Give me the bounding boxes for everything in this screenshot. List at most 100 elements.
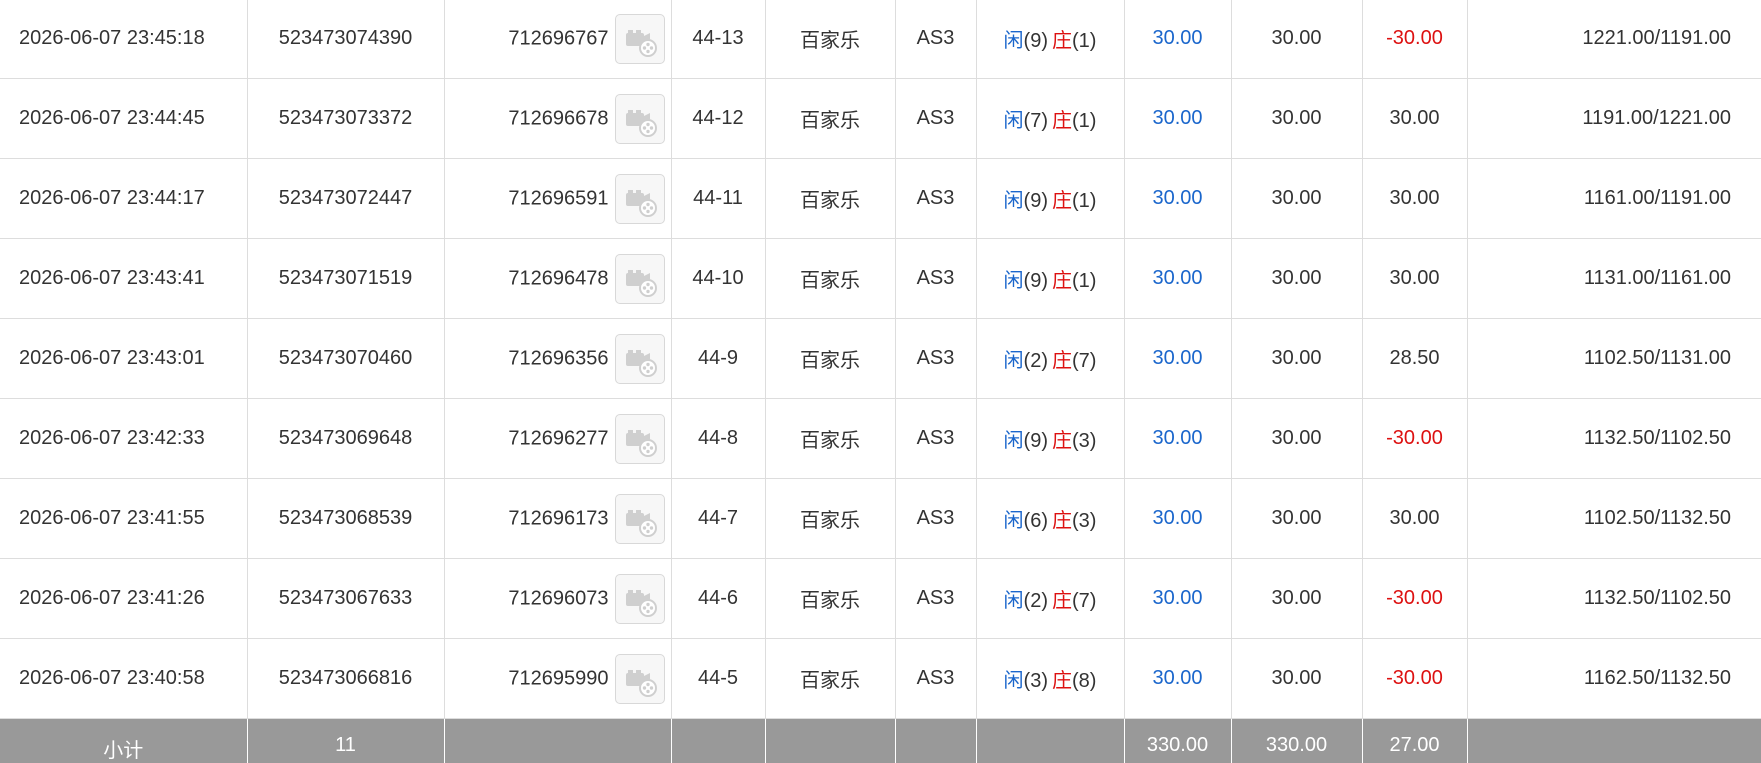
win-loss-amount: 30.00	[1362, 158, 1468, 239]
valid-bet-amount: 30.00	[1231, 318, 1363, 399]
player-label: 闲	[1003, 590, 1024, 612]
video-replay-button[interactable]	[614, 253, 665, 304]
banker-points: (1)	[1072, 270, 1097, 292]
game-number-cell: 712696173	[444, 478, 672, 559]
game-number: 712696173	[508, 507, 609, 529]
order-number: 523473067633	[247, 558, 445, 639]
game-result: 闲(2) 庄(7)	[976, 318, 1125, 399]
player-label: 闲	[1003, 430, 1024, 452]
valid-bet-amount: 30.00	[1231, 478, 1363, 559]
video-replay-button[interactable]	[614, 93, 665, 144]
game-type: 百家乐	[765, 398, 896, 479]
video-replay-button[interactable]	[614, 493, 665, 544]
game-number-cell: 712696073	[444, 558, 672, 639]
player-label: 闲	[1003, 110, 1024, 132]
game-number: 712696678	[508, 107, 609, 129]
valid-bet-amount: 30.00	[1231, 0, 1363, 79]
banker-label: 庄	[1052, 270, 1072, 292]
round-number: 44-9	[671, 318, 766, 399]
bet-time: 2026-06-07 23:40:58	[0, 638, 248, 719]
bet-amount: 30.00	[1124, 318, 1232, 399]
subtotal-empty	[671, 718, 766, 763]
video-replay-button[interactable]	[614, 173, 665, 224]
round-number: 44-6	[671, 558, 766, 639]
valid-bet-amount: 30.00	[1231, 78, 1363, 159]
video-replay-button[interactable]	[614, 573, 665, 624]
video-replay-button[interactable]	[614, 653, 665, 704]
player-label: 闲	[1003, 350, 1024, 372]
player-points: (3)	[1023, 670, 1048, 692]
table-row: 2026-06-07 23:40:58 523473066816 7126959…	[0, 638, 1761, 719]
player-points: (9)	[1023, 190, 1048, 212]
video-replay-button[interactable]	[614, 413, 665, 464]
banker-label: 庄	[1052, 110, 1072, 132]
order-number: 523473073372	[247, 78, 445, 159]
bet-time: 2026-06-07 23:43:01	[0, 318, 248, 399]
video-replay-icon	[625, 29, 657, 57]
table-row: 2026-06-07 23:41:26 523473067633 7126960…	[0, 558, 1761, 639]
banker-points: (7)	[1072, 590, 1097, 612]
table-row: 2026-06-07 23:42:33 523473069648 7126962…	[0, 398, 1761, 479]
bet-records-table: 2026-06-07 23:45:18 523473074390 7126967…	[0, 0, 1761, 763]
video-replay-icon	[625, 669, 657, 697]
table-code: AS3	[895, 0, 977, 79]
game-number: 712696073	[508, 587, 609, 609]
valid-bet-amount: 30.00	[1231, 158, 1363, 239]
player-points: (9)	[1023, 30, 1048, 52]
subtotal-label: 小计	[0, 718, 248, 763]
player-points: (9)	[1023, 270, 1048, 292]
game-number: 712696356	[508, 347, 609, 369]
subtotal-empty	[895, 718, 977, 763]
order-number: 523473071519	[247, 238, 445, 319]
round-number: 44-11	[671, 158, 766, 239]
game-type: 百家乐	[765, 238, 896, 319]
player-points: (2)	[1023, 350, 1048, 372]
banker-label: 庄	[1052, 590, 1072, 612]
table-code: AS3	[895, 78, 977, 159]
banker-points: (3)	[1072, 510, 1097, 532]
game-type: 百家乐	[765, 0, 896, 79]
win-loss-amount: 30.00	[1362, 78, 1468, 159]
table-row: 2026-06-07 23:45:18 523473074390 7126967…	[0, 0, 1761, 79]
round-number: 44-8	[671, 398, 766, 479]
game-number: 712696478	[508, 267, 609, 289]
bet-time: 2026-06-07 23:41:26	[0, 558, 248, 639]
balance-before-after: 1161.00/1191.00	[1467, 158, 1761, 239]
subtotal-empty	[444, 718, 672, 763]
order-number: 523473072447	[247, 158, 445, 239]
bet-amount: 30.00	[1124, 78, 1232, 159]
valid-bet-amount: 30.00	[1231, 638, 1363, 719]
game-number-cell: 712696478	[444, 238, 672, 319]
banker-label: 庄	[1052, 670, 1072, 692]
win-loss-amount: -30.00	[1362, 0, 1468, 79]
game-number-cell: 712696356	[444, 318, 672, 399]
bet-amount: 30.00	[1124, 558, 1232, 639]
round-number: 44-12	[671, 78, 766, 159]
video-replay-button[interactable]	[614, 13, 665, 64]
video-replay-button[interactable]	[614, 333, 665, 384]
win-loss-amount: -30.00	[1362, 638, 1468, 719]
table-code: AS3	[895, 398, 977, 479]
table-row: 2026-06-07 23:41:55 523473068539 7126961…	[0, 478, 1761, 559]
table-code: AS3	[895, 478, 977, 559]
player-points: (9)	[1023, 430, 1048, 452]
game-number-cell: 712696591	[444, 158, 672, 239]
game-type: 百家乐	[765, 78, 896, 159]
player-label: 闲	[1003, 670, 1024, 692]
game-type: 百家乐	[765, 478, 896, 559]
game-type: 百家乐	[765, 638, 896, 719]
game-result: 闲(9) 庄(1)	[976, 0, 1125, 79]
subtotal-empty	[1467, 718, 1761, 763]
game-number-cell: 712696678	[444, 78, 672, 159]
bet-time: 2026-06-07 23:42:33	[0, 398, 248, 479]
game-type: 百家乐	[765, 318, 896, 399]
table-code: AS3	[895, 558, 977, 639]
table-code: AS3	[895, 158, 977, 239]
player-points: (2)	[1023, 590, 1048, 612]
game-number-cell: 712695990	[444, 638, 672, 719]
balance-before-after: 1131.00/1161.00	[1467, 238, 1761, 319]
game-result: 闲(9) 庄(1)	[976, 238, 1125, 319]
bet-time: 2026-06-07 23:45:18	[0, 0, 248, 79]
bet-time: 2026-06-07 23:44:45	[0, 78, 248, 159]
records-body: 2026-06-07 23:45:18 523473074390 7126967…	[0, 0, 1761, 719]
